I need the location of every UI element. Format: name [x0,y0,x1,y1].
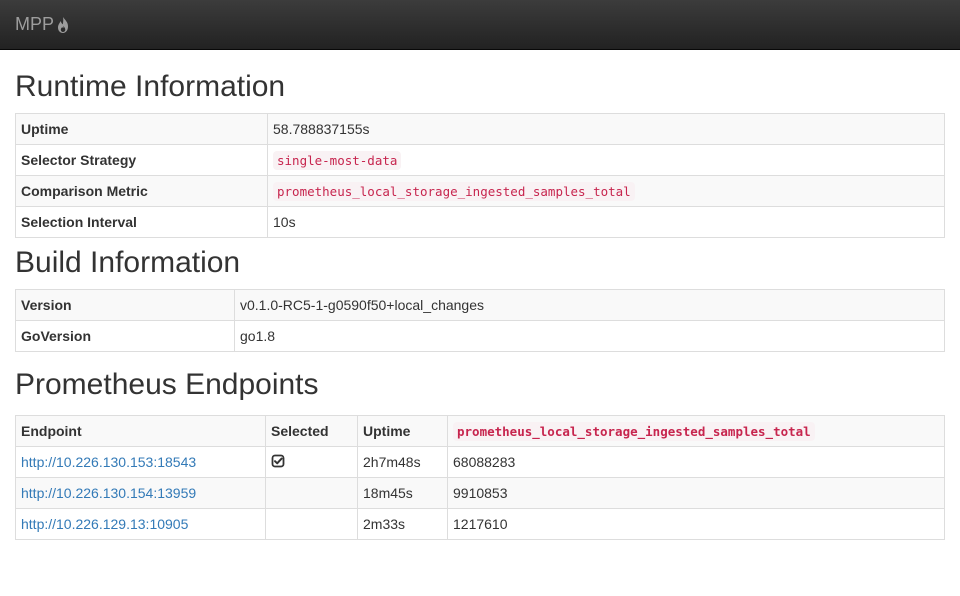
endpoint-metric: 68088283 [447,446,945,478]
endpoints-table: Endpoint Selected Uptime prometheus_loca… [15,415,945,540]
runtime-row: Uptime 58.788837155s [15,113,945,145]
build-row: Version v0.1.0-RC5-1-g0590f50+local_chang… [15,289,945,321]
endpoint-row: http://10.226.130.153:18543 2h7m48s 680882… [15,446,945,478]
endpoint-cell: http://10.226.129.13:10905 [15,508,266,540]
runtime-row: Selection Interval 10s [15,206,945,238]
col-header-metric-code: prometheus_local_storage_ingested_sample… [453,422,815,441]
endpoints-header-row: Endpoint Selected Uptime prometheus_loca… [15,415,945,447]
endpoint-link[interactable]: http://10.226.130.153:18543 [21,454,196,470]
check-square-icon [271,454,285,471]
endpoints-heading: Prometheus Endpoints [15,368,319,401]
selected-cell [265,446,358,478]
runtime-label: Selector Strategy [15,144,268,176]
runtime-value-cell: prometheus_local_storage_ingested_sample… [267,175,945,207]
endpoint-link[interactable]: http://10.226.129.13:10905 [21,516,188,532]
endpoint-uptime: 2m33s [357,508,448,540]
endpoint-cell: http://10.226.130.153:18543 [15,446,266,478]
col-header-uptime: Uptime [357,415,448,447]
navbar: MPP [0,0,960,50]
flame-icon [56,16,70,34]
brand-name: MPP [15,14,55,34]
endpoint-link[interactable]: http://10.226.130.154:13959 [21,485,196,501]
endpoint-uptime: 18m45s [357,477,448,509]
build-label: Version [15,289,235,321]
runtime-label: Uptime [15,113,268,145]
selected-cell [265,508,358,540]
endpoint-row: http://10.226.130.154:13959 18m45s 9910853 [15,477,945,509]
endpoint-row: http://10.226.129.13:10905 2m33s 1217610 [15,508,945,540]
runtime-value-cell: single-most-data [267,144,945,176]
endpoint-cell: http://10.226.130.154:13959 [15,477,266,509]
runtime-row: Comparison Metric prometheus_local_storag… [15,175,945,207]
endpoint-metric: 1217610 [447,508,945,540]
build-label: GoVersion [15,320,235,352]
main-content: Runtime Information Uptime 58.788837155s S… [0,50,960,540]
col-header-metric: prometheus_local_storage_ingested_sample… [447,415,945,447]
runtime-value: 58.788837155s [267,113,945,145]
runtime-value: prometheus_local_storage_ingested_sample… [273,182,635,201]
col-header-selected: Selected [265,415,358,447]
selected-cell [265,477,358,509]
build-value: go1.8 [234,320,945,352]
brand-link[interactable]: MPP [15,14,70,35]
runtime-row: Selector Strategy single-most-data [15,144,945,176]
endpoint-uptime: 2h7m48s [357,446,448,478]
runtime-table: Uptime 58.788837155s Selector Strategy sing… [15,113,945,238]
runtime-label: Comparison Metric [15,175,268,207]
build-heading: Build Information [15,246,241,279]
build-value: v0.1.0-RC5-1-g0590f50+local_changes [234,289,945,321]
col-header-endpoint: Endpoint [15,415,266,447]
endpoint-metric: 9910853 [447,477,945,509]
runtime-value: 10s [267,206,945,238]
runtime-heading: Runtime Information [15,70,286,103]
runtime-value: single-most-data [273,151,402,170]
build-table: Version v0.1.0-RC5-1-g0590f50+local_chang… [15,289,945,352]
runtime-label: Selection Interval [15,206,268,238]
build-row: GoVersion go1.8 [15,320,945,352]
